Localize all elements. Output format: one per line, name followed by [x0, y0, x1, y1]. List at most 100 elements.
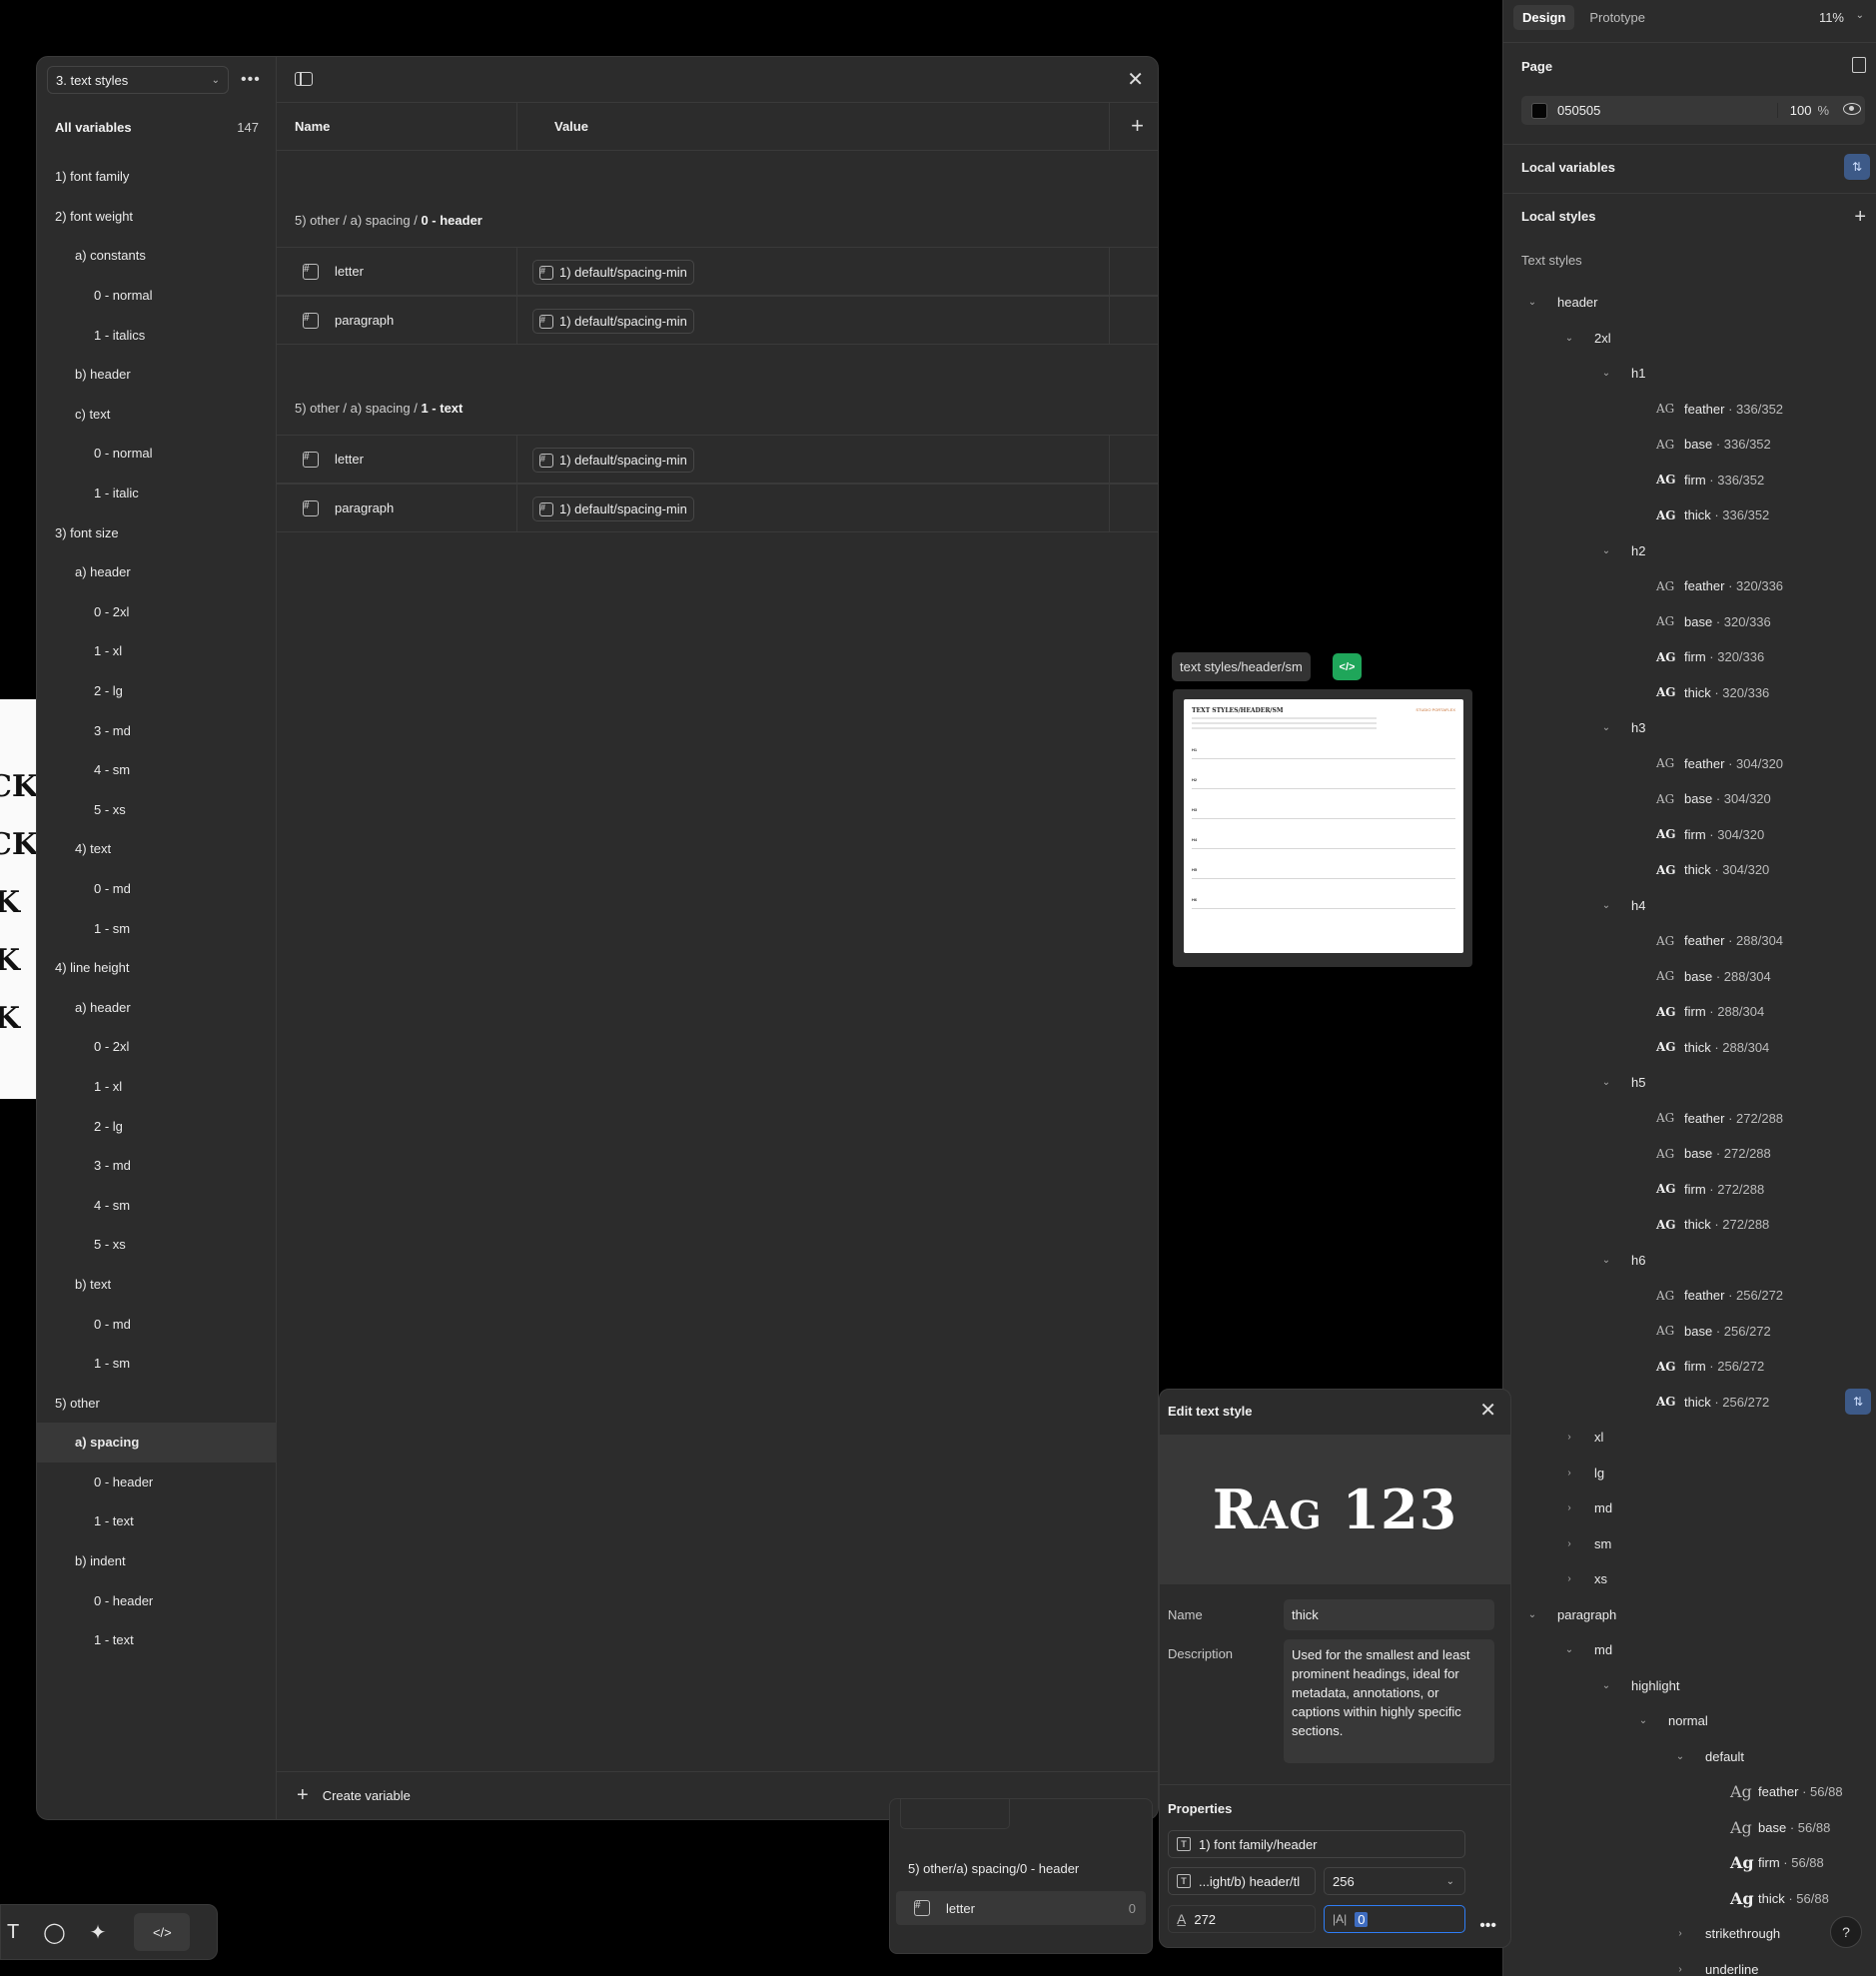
group-item[interactable]: a) constants: [37, 236, 277, 276]
variable-row[interactable]: # letter #1) default/spacing-min: [277, 435, 1158, 484]
chevron-down-icon[interactable]: ⌄: [1599, 900, 1613, 911]
variable-row[interactable]: # paragraph #1) default/spacing-min: [277, 296, 1158, 345]
variable-name[interactable]: letter: [335, 452, 364, 467]
text-style-item[interactable]: AG firm · 336/352: [1503, 463, 1876, 498]
chevron-down-icon[interactable]: ⌄: [1599, 1680, 1613, 1691]
group-item[interactable]: 5 - xs: [37, 1225, 277, 1265]
visibility-eye-icon[interactable]: [1843, 103, 1861, 115]
variable-value-alias[interactable]: #1) default/spacing-min: [532, 496, 694, 521]
chevron-down-icon[interactable]: ⌄: [1636, 1715, 1650, 1726]
text-style-item[interactable]: Ag feather · 56/88: [1503, 1774, 1876, 1810]
style-group-item[interactable]: ⌄ paragraph: [1503, 1597, 1876, 1633]
style-group-item[interactable]: › md: [1503, 1490, 1876, 1526]
style-group-item[interactable]: ⌄ h5: [1503, 1065, 1876, 1101]
chevron-down-icon[interactable]: ⌄: [1599, 368, 1613, 379]
chevron-right-icon[interactable]: ›: [1673, 1964, 1687, 1975]
edit-style-icon[interactable]: ⇅: [1845, 1388, 1871, 1415]
style-group-item[interactable]: ⌄ h4: [1503, 888, 1876, 924]
chevron-down-icon[interactable]: ⌄: [1673, 1751, 1687, 1762]
group-item[interactable]: 0 - 2xl: [37, 592, 277, 632]
group-item[interactable]: 4) line height: [37, 948, 277, 988]
style-group-item[interactable]: ⌄ md: [1503, 1632, 1876, 1668]
text-style-item[interactable]: AG base · 336/352: [1503, 427, 1876, 463]
tab-design[interactable]: Design: [1513, 5, 1575, 30]
group-item[interactable]: 1 - text: [37, 1501, 277, 1541]
letter-spacing-value[interactable]: 0: [1355, 1911, 1369, 1927]
variable-name[interactable]: letter: [335, 264, 364, 279]
group-item[interactable]: 1 - xl: [37, 1067, 277, 1107]
text-style-item[interactable]: AG thick · 304/320: [1503, 852, 1876, 888]
style-group-item[interactable]: ⌄ default: [1503, 1739, 1876, 1775]
chevron-down-icon[interactable]: ⌄: [1525, 1609, 1539, 1620]
chevron-down-icon[interactable]: ⌄: [1562, 1644, 1576, 1655]
style-group-item[interactable]: ⌄ h6: [1503, 1243, 1876, 1279]
variable-value-alias[interactable]: #1) default/spacing-min: [532, 448, 694, 473]
page-color-field[interactable]: 050505 100 %: [1521, 96, 1865, 125]
group-item[interactable]: c) text: [37, 395, 277, 435]
text-style-item[interactable]: Ag firm · 56/88: [1503, 1845, 1876, 1881]
page-opacity[interactable]: 100: [1776, 103, 1811, 118]
close-icon[interactable]: ✕: [1127, 67, 1144, 92]
letter-spacing-field[interactable]: |A| 0: [1324, 1905, 1465, 1933]
chevron-down-icon[interactable]: ⌄: [1599, 1255, 1613, 1266]
comment-tool-icon[interactable]: ◯: [43, 1920, 65, 1945]
frame-label[interactable]: text styles/header/sm: [1172, 652, 1311, 681]
group-item[interactable]: 0 - 2xl: [37, 1027, 277, 1067]
text-style-item[interactable]: AG firm · 256/272: [1503, 1349, 1876, 1385]
text-style-item[interactable]: AG base · 272/288: [1503, 1136, 1876, 1172]
style-group-item[interactable]: ⌄ highlight: [1503, 1668, 1876, 1704]
variable-name[interactable]: paragraph: [335, 500, 394, 515]
add-style-icon[interactable]: +: [1854, 206, 1866, 229]
help-icon[interactable]: ?: [1830, 1916, 1862, 1948]
style-group-item[interactable]: ⌄ normal: [1503, 1703, 1876, 1739]
style-name-input[interactable]: thick: [1284, 1599, 1494, 1630]
style-description-input[interactable]: Used for the smallest and least prominen…: [1284, 1639, 1494, 1763]
style-group-item[interactable]: › xs: [1503, 1561, 1876, 1597]
variable-value-alias[interactable]: #1) default/spacing-min: [532, 260, 694, 285]
variables-icon[interactable]: ⇅: [1844, 154, 1870, 180]
text-style-item[interactable]: AG thick · 272/288: [1503, 1207, 1876, 1243]
text-style-item[interactable]: AG thick · 336/352: [1503, 497, 1876, 533]
style-group-item[interactable]: › sm: [1503, 1526, 1876, 1562]
group-item[interactable]: 0 - md: [37, 1304, 277, 1344]
group-item[interactable]: 0 - normal: [37, 434, 277, 474]
group-item[interactable]: b) indent: [37, 1541, 277, 1581]
close-icon[interactable]: ✕: [1479, 1398, 1496, 1423]
text-tool-icon[interactable]: T: [7, 1921, 19, 1944]
text-style-item[interactable]: AG feather · 288/304: [1503, 923, 1876, 959]
font-weight-field[interactable]: T ...ight/b) header/tl: [1168, 1867, 1316, 1895]
page-color-hex[interactable]: 050505: [1557, 103, 1600, 118]
group-item[interactable]: 1 - xl: [37, 631, 277, 671]
color-swatch[interactable]: [1531, 102, 1547, 119]
text-style-item[interactable]: AG firm · 320/336: [1503, 639, 1876, 675]
chevron-down-icon[interactable]: ⌄: [1525, 297, 1539, 308]
variable-row[interactable]: # paragraph #1) default/spacing-min: [277, 484, 1158, 532]
variable-name[interactable]: paragraph: [335, 313, 394, 328]
ai-tool-icon[interactable]: ✦: [90, 1920, 107, 1945]
group-item[interactable]: 0 - normal: [37, 276, 277, 316]
text-style-item[interactable]: AG feather · 272/288: [1503, 1101, 1876, 1137]
tab-prototype[interactable]: Prototype: [1580, 5, 1654, 30]
style-group-item[interactable]: ⌄ h1: [1503, 356, 1876, 392]
text-style-item[interactable]: AG firm · 288/304: [1503, 994, 1876, 1030]
style-group-item[interactable]: › xl: [1503, 1420, 1876, 1456]
text-style-item[interactable]: AG base · 320/336: [1503, 604, 1876, 640]
group-item[interactable]: 5) other: [37, 1383, 277, 1423]
text-style-item[interactable]: Ag base · 56/88: [1503, 1810, 1876, 1846]
text-style-item[interactable]: AG firm · 272/288: [1503, 1172, 1876, 1208]
chevron-right-icon[interactable]: ›: [1562, 1432, 1576, 1443]
group-item[interactable]: b) header: [37, 355, 277, 395]
group-item[interactable]: 5 - xs: [37, 790, 277, 830]
group-item[interactable]: 4 - sm: [37, 1185, 277, 1225]
detail-panel-row[interactable]: # letter 0: [896, 1891, 1146, 1925]
group-item[interactable]: a) spacing: [37, 1423, 277, 1463]
group-item[interactable]: 3 - md: [37, 1146, 277, 1186]
text-style-item[interactable]: AG firm · 304/320: [1503, 817, 1876, 853]
group-item[interactable]: 0 - header: [37, 1580, 277, 1620]
font-family-field[interactable]: T 1) font family/header: [1168, 1830, 1465, 1858]
frame-thumbnail[interactable]: TEXT STYLES/HEADER/SM STUDIO PORTAFLEX H…: [1173, 689, 1472, 967]
chevron-down-icon[interactable]: ⌄: [1562, 333, 1576, 344]
style-group-item[interactable]: › lg: [1503, 1456, 1876, 1491]
zoom-level[interactable]: 11%: [1819, 10, 1844, 25]
chevron-right-icon[interactable]: ›: [1673, 1928, 1687, 1939]
